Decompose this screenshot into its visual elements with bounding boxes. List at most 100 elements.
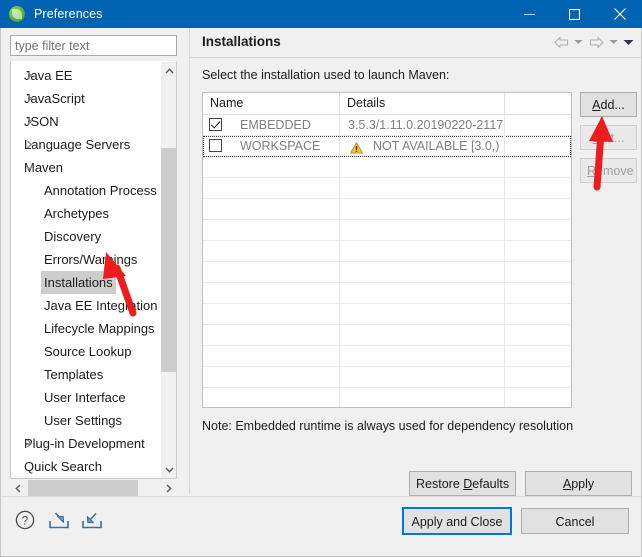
row-checkbox[interactable]: [209, 139, 222, 152]
sidebar-item-label: Discovery: [44, 229, 102, 244]
sidebar-item-label: Installations: [41, 271, 116, 294]
sidebar-item-javascript[interactable]: JavaScript: [11, 87, 161, 110]
cell-empty: [203, 325, 340, 345]
installation-name: WORKSPACE: [240, 139, 321, 153]
cell-empty: [203, 388, 340, 407]
table-row-empty[interactable]: [203, 199, 571, 220]
sidebar-item-quick-search[interactable]: Quick Search: [11, 455, 161, 478]
chevron-down-icon[interactable]: [23, 156, 35, 179]
forward-arrow-icon[interactable]: [587, 33, 605, 51]
restore-defaults-button[interactable]: Restore Defaults: [409, 471, 516, 496]
cell-empty: [505, 325, 571, 345]
table-row[interactable]: WORKSPACE NOT AVAILABLE [3.0,): [203, 136, 571, 157]
preferences-tree[interactable]: Java EE JavaScript JSON Language Servers Mav…: [10, 61, 177, 479]
remove-button[interactable]: Remove: [580, 158, 637, 183]
sidebar-item-run-debug[interactable]: Run/Debug: [11, 478, 161, 479]
sidebar-item-installations[interactable]: Installations: [11, 271, 161, 294]
cell-empty: [340, 346, 505, 366]
installation-details: NOT AVAILABLE [3.0,): [373, 139, 500, 153]
scrollbar-thumb[interactable]: [161, 148, 176, 372]
chevron-right-icon[interactable]: [23, 478, 35, 479]
chevron-right-icon[interactable]: [23, 432, 35, 455]
sidebar-item-language-servers[interactable]: Language Servers: [11, 133, 161, 156]
back-dropdown-icon[interactable]: [572, 33, 585, 51]
sidebar-item-java-ee-integration[interactable]: Java EE Integration: [11, 294, 161, 317]
sidebar-item-json[interactable]: JSON: [11, 110, 161, 133]
table-row-empty[interactable]: [203, 283, 571, 304]
table-row-empty[interactable]: [203, 220, 571, 241]
sidebar-item-label: Archetypes: [44, 206, 110, 221]
row-checkbox[interactable]: [209, 118, 222, 131]
sidebar-item-user-interface[interactable]: User Interface: [11, 386, 161, 409]
window-title: Preferences: [34, 7, 103, 21]
help-icon[interactable]: ?: [14, 509, 38, 531]
search-input[interactable]: [10, 35, 177, 56]
table-row-empty[interactable]: [203, 262, 571, 283]
minimize-icon[interactable]: [507, 0, 552, 28]
close-icon[interactable]: [597, 0, 642, 28]
sidebar-item-errors-warnings[interactable]: Errors/Warnings: [11, 248, 161, 271]
table-action-buttons: Add... Edit... Remove: [580, 92, 637, 191]
maximize-icon[interactable]: [552, 0, 597, 28]
scroll-down-icon[interactable]: [161, 461, 176, 478]
sidebar-item-discovery[interactable]: Discovery: [11, 225, 161, 248]
cell-empty: [505, 199, 571, 219]
view-menu-icon[interactable]: [622, 33, 635, 51]
column-header-name[interactable]: Name: [203, 93, 340, 114]
add-button[interactable]: Add...: [580, 92, 637, 117]
apply-and-close-button[interactable]: Apply and Close: [402, 507, 512, 535]
chevron-right-icon[interactable]: [23, 133, 35, 156]
cell-empty: [340, 283, 505, 303]
restore-defaults-pre: Restore: [416, 477, 464, 491]
cell-empty: [505, 157, 571, 177]
scroll-right-icon[interactable]: [161, 480, 177, 496]
sidebar-item-label: Annotation Process: [44, 183, 157, 198]
sidebar-item-archetypes[interactable]: Archetypes: [11, 202, 161, 225]
spring-leaf-icon: [9, 6, 25, 22]
tree-horizontal-scrollbar[interactable]: [10, 480, 177, 496]
table-row-empty[interactable]: [203, 367, 571, 388]
sidebar-item-lifecycle-mappings[interactable]: Lifecycle Mappings: [11, 317, 161, 340]
table-row-empty[interactable]: [203, 241, 571, 262]
sidebar-item-maven[interactable]: Maven: [11, 156, 161, 179]
column-header-extra[interactable]: [505, 93, 571, 114]
cell-empty: [340, 157, 505, 177]
sidebar-item-templates[interactable]: Templates: [11, 363, 161, 386]
table-row-empty[interactable]: [203, 346, 571, 367]
remove-button-accel: R: [587, 164, 597, 178]
hscrollbar-thumb[interactable]: [28, 480, 138, 496]
cancel-button[interactable]: Cancel: [521, 508, 629, 534]
chevron-right-icon[interactable]: [23, 64, 35, 87]
sidebar-item-plug-in-development[interactable]: Plug-in Development: [11, 432, 161, 455]
sidebar-item-java-ee[interactable]: Java EE: [11, 64, 161, 87]
chevron-right-icon[interactable]: [23, 110, 35, 133]
sidebar-item-source-lookup[interactable]: Source Lookup: [11, 340, 161, 363]
cell-empty: [203, 199, 340, 219]
import-icon[interactable]: [47, 509, 71, 531]
back-arrow-icon[interactable]: [552, 33, 570, 51]
table-row-empty[interactable]: [203, 157, 571, 178]
preferences-tree-pane: Java EEJavaScriptJSON Language Servers Mav…: [1, 28, 189, 496]
table-row-empty[interactable]: [203, 325, 571, 346]
column-header-details[interactable]: Details: [340, 93, 505, 114]
restore-defaults-post: efaults: [472, 477, 510, 491]
forward-dropdown-icon[interactable]: [607, 33, 620, 51]
table-row[interactable]: EMBEDDED 3.5.3/1.11.0.20190220-2117: [203, 115, 571, 136]
scroll-left-icon[interactable]: [10, 480, 26, 496]
edit-button[interactable]: Edit...: [580, 125, 637, 150]
sidebar-item-user-settings[interactable]: User Settings: [11, 409, 161, 432]
page-nav-toolbar: [552, 33, 635, 51]
tree-vertical-scrollbar[interactable]: [160, 62, 176, 478]
installations-table[interactable]: Name Details EMBEDDED 3.5.3/1.11.0.201902…: [202, 92, 572, 408]
scroll-up-icon[interactable]: [161, 62, 176, 79]
apply-button[interactable]: Apply: [525, 471, 632, 496]
sidebar-item-annotation-process[interactable]: Annotation Process: [11, 179, 161, 202]
table-row-empty[interactable]: [203, 304, 571, 325]
chevron-right-icon[interactable]: [23, 87, 35, 110]
cell-empty: [203, 367, 340, 387]
export-icon[interactable]: [80, 509, 104, 531]
cell-empty: [505, 220, 571, 240]
table-body: EMBEDDED 3.5.3/1.11.0.20190220-2117 WORKSP…: [203, 115, 571, 407]
table-row-empty[interactable]: [203, 178, 571, 199]
table-row-empty[interactable]: [203, 388, 571, 407]
